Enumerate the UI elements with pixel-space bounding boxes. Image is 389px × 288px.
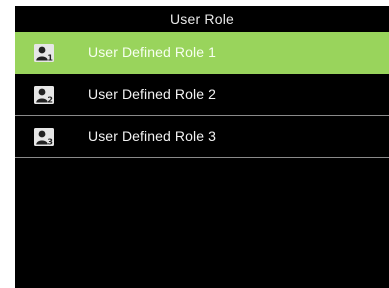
role-number: 1: [47, 54, 53, 62]
role-label: User Defined Role 1: [88, 44, 216, 60]
role-label: User Defined Role 3: [88, 128, 216, 144]
user-role-screen: User Role 1 User Defined Role 1 2 User D…: [15, 6, 389, 288]
role-label: User Defined Role 2: [88, 86, 216, 102]
user-role-3-icon: 3: [34, 128, 54, 146]
user-role-1-icon: 1: [34, 44, 54, 62]
user-role-2-icon: 2: [34, 86, 54, 104]
role-list: 1 User Defined Role 1 2 User Defined Rol…: [15, 32, 389, 158]
role-number: 2: [47, 96, 53, 104]
page-title: User Role: [169, 11, 235, 27]
role-number: 3: [47, 138, 53, 146]
list-item-role-2[interactable]: 2 User Defined Role 2: [15, 74, 389, 116]
list-item-role-1[interactable]: 1 User Defined Role 1: [15, 32, 389, 74]
list-item-role-3[interactable]: 3 User Defined Role 3: [15, 116, 389, 158]
